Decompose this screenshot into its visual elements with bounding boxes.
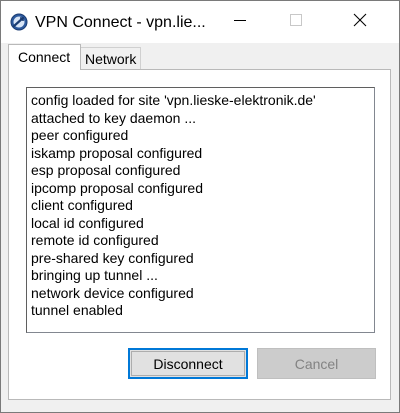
log-line: client configured (31, 197, 133, 213)
cancel-button-label: Cancel (294, 355, 339, 372)
log-line: remote id configured (31, 232, 159, 248)
log-line: attached to key daemon ... (31, 109, 196, 126)
log-line: local id configured (31, 214, 144, 231)
close-icon (353, 13, 367, 32)
cancel-button[interactable]: Cancel (257, 348, 376, 379)
log-line: network device configured (31, 284, 194, 301)
tab-connect[interactable]: Connect (8, 44, 81, 70)
vpn-app-icon (10, 13, 28, 31)
maximize-button[interactable] (273, 1, 319, 43)
log-line: ipcomp proposal configured (31, 179, 203, 196)
minimize-icon (234, 13, 246, 31)
focus-inner-border (131, 351, 245, 376)
connect-tab-panel: config loaded for site 'vpn.lieske-elekt… (8, 69, 391, 400)
minimize-button[interactable] (217, 1, 263, 43)
log-line: iskamp proposal configured (31, 144, 203, 161)
maximize-icon (290, 13, 302, 31)
log-line: tunnel enabled (31, 302, 123, 318)
window-title: VPN Connect - vpn.lie... (35, 14, 206, 31)
log-line: pre-shared key configured (31, 249, 194, 266)
vpn-connect-window: VPN Connect - vpn.lie... Connect Network… (0, 0, 400, 413)
tab-network[interactable]: Network (81, 47, 141, 70)
log-line: peer configured (31, 127, 129, 143)
close-button[interactable] (337, 1, 383, 43)
log-line: config loaded for site 'vpn.lieske-elekt… (31, 92, 316, 108)
log-line: esp proposal configured (31, 162, 181, 178)
log-line: bringing up tunnel ... (31, 267, 158, 283)
disconnect-button[interactable]: Disconnect (128, 348, 248, 379)
connection-log[interactable]: config loaded for site 'vpn.lieske-elekt… (26, 87, 375, 333)
title-bar[interactable]: VPN Connect - vpn.lie... (1, 1, 399, 43)
